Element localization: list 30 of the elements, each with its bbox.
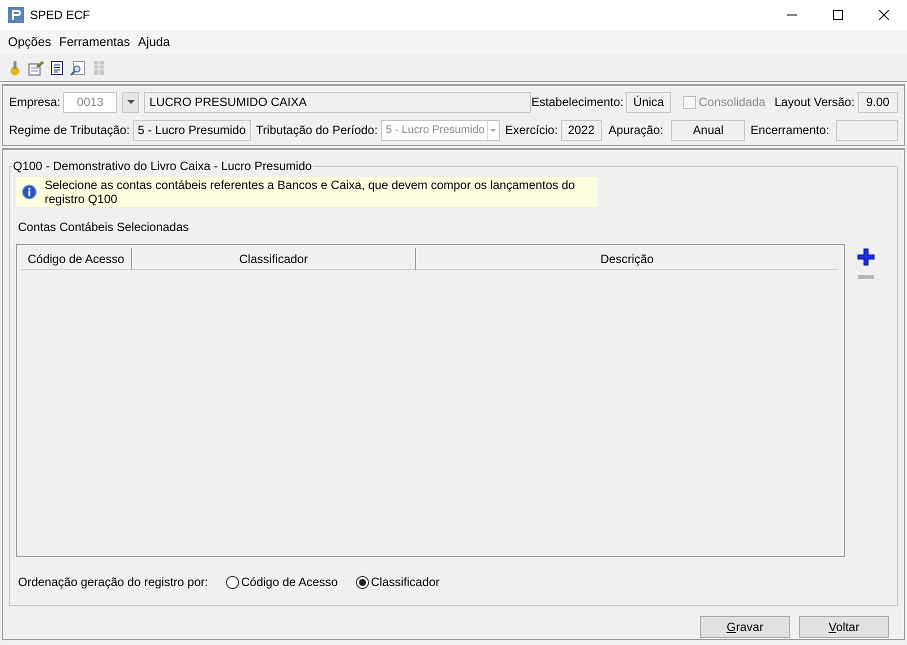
menu-item[interactable]: Ferramentas bbox=[55, 33, 134, 51]
menu-item[interactable]: Ajuda bbox=[134, 33, 174, 51]
column-header[interactable]: Classificador bbox=[132, 248, 416, 270]
field-label: Exercício: bbox=[505, 123, 558, 137]
field-label: Empresa: bbox=[9, 95, 60, 109]
radio-label: Código de Acesso bbox=[241, 575, 338, 589]
layout-version-field: 9.00 bbox=[858, 92, 898, 112]
window-title: SPED ECF bbox=[30, 8, 92, 22]
group-title: Q100 - Demonstrativo do Livro Caixa - Lucro Presumido bbox=[12, 159, 313, 173]
assessment-field: Anual bbox=[671, 120, 746, 140]
checkbox-label: Consolidada bbox=[698, 95, 766, 109]
column-header[interactable]: Código de Acesso bbox=[21, 248, 132, 270]
field-label: Ordenação geração do registro por: bbox=[18, 575, 208, 589]
info-text: Selecione as contas contábeis referentes a Bancos e Caixa, que devem compor os lançamentos do registro Q100 bbox=[44, 178, 576, 206]
field-label: Layout Versão: bbox=[774, 95, 855, 109]
company-name-field: LUCRO PRESUMIDO CAIXA bbox=[144, 92, 532, 112]
field-label: Apuração: bbox=[608, 123, 664, 137]
column-header[interactable]: Descrição bbox=[416, 248, 838, 270]
action-button[interactable]: Voltar bbox=[799, 616, 889, 638]
tax-regime-field: 5 - Lucro Presumido bbox=[132, 120, 251, 140]
radio-label: Classificador bbox=[370, 575, 440, 589]
section-label: Contas Contábeis Selecionadas bbox=[18, 220, 190, 234]
field-label: Estabelecimento: bbox=[531, 95, 624, 109]
establishment-field: Única bbox=[626, 92, 671, 112]
field-label: Encerramento: bbox=[750, 123, 830, 137]
field-label: Tributação do Período: bbox=[256, 123, 378, 137]
fiscal-year-field: 2022 bbox=[560, 120, 602, 140]
menu-item[interactable]: Opções bbox=[4, 33, 56, 51]
field-label: Regime de Tributação: bbox=[9, 123, 130, 137]
action-button[interactable]: Gravar bbox=[700, 616, 790, 638]
